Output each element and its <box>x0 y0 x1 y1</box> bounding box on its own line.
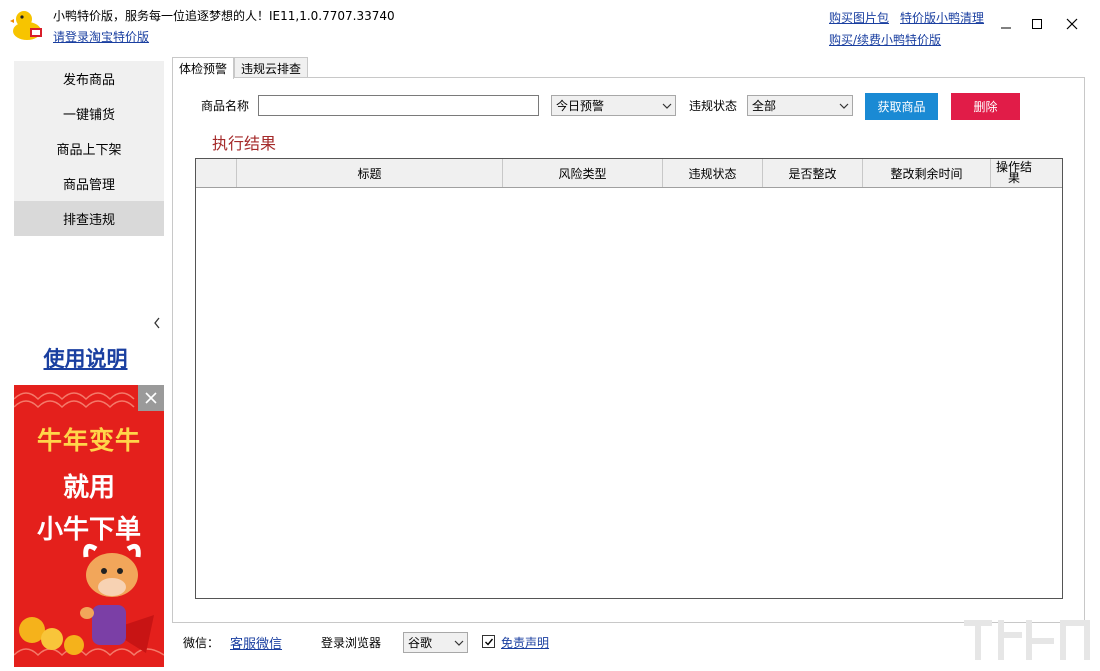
close-icon <box>1066 18 1078 30</box>
bull-mascot-icon <box>19 543 154 655</box>
sidebar: 发布商品 一键铺货 商品上下架 商品管理 排查违规 <box>14 61 164 236</box>
violation-status-select[interactable]: 全部 <box>747 95 853 116</box>
watermark-logo-icon <box>964 620 1090 660</box>
sidebar-item-shelf[interactable]: 商品上下架 <box>14 131 164 166</box>
wechat-label: 微信： <box>183 636 220 650</box>
violation-status-label: 违规状态 <box>689 99 738 113</box>
chevron-down-icon <box>662 103 672 109</box>
chevron-down-icon <box>454 640 464 646</box>
sidebar-item-one-click-listing[interactable]: 一键铺货 <box>14 96 164 131</box>
column-header-remaining-time[interactable]: 整改剩余时间 <box>863 159 991 187</box>
ad-banner[interactable]: 牛年变牛 就用 小牛下单 <box>14 385 164 667</box>
user-manual-link[interactable]: 使用说明 <box>14 343 157 373</box>
disclaimer-checkbox[interactable] <box>482 635 495 648</box>
warning-period-select[interactable]: 今日预警 <box>551 95 676 116</box>
column-header-violation-status[interactable]: 违规状态 <box>663 159 763 187</box>
result-title: 执行结果 <box>212 134 277 153</box>
disclaimer-link[interactable]: 免责声明 <box>501 634 549 651</box>
buy-image-pack-link[interactable]: 购买图片包 <box>829 9 889 26</box>
chevron-down-icon <box>839 103 849 109</box>
result-table[interactable]: 标题 风险类型 违规状态 是否整改 整改剩余时间 操作结果 <box>195 158 1063 599</box>
delete-button[interactable]: 删除 <box>951 93 1020 120</box>
maximize-button[interactable] <box>1022 12 1052 36</box>
sidebar-item-publish[interactable]: 发布商品 <box>14 61 164 96</box>
chevron-left-icon <box>154 317 160 329</box>
tab-cloud-violation-check[interactable]: 违规云排查 <box>234 57 309 78</box>
service-wechat-link[interactable]: 客服微信 <box>230 633 282 652</box>
close-button[interactable] <box>1057 12 1087 36</box>
browser-select-value: 谷歌 <box>408 636 433 650</box>
product-name-label: 商品名称 <box>201 99 250 113</box>
renew-link[interactable]: 购买/续费小鸭特价版 <box>829 31 941 48</box>
sidebar-item-violation-check[interactable]: 排查违规 <box>14 201 164 236</box>
duck-logo-icon <box>10 11 42 40</box>
checkmark-icon <box>484 638 493 646</box>
fetch-products-button[interactable]: 获取商品 <box>865 93 938 120</box>
tab-bar: 体检预警 违规云排查 <box>172 57 309 79</box>
app-title: 小鸭特价版，服务每一位追逐梦想的人！IE11,1.0.7707.33740 <box>53 9 395 23</box>
minimize-button[interactable] <box>991 12 1021 36</box>
ad-subline: 就用 <box>62 473 115 503</box>
login-browser-label: 登录浏览器 <box>321 636 382 650</box>
browser-select[interactable]: 谷歌 <box>403 632 468 653</box>
sidebar-item-product-manage[interactable]: 商品管理 <box>14 166 164 201</box>
column-header-title[interactable]: 标题 <box>237 159 503 187</box>
tab-health-warning[interactable]: 体检预警 <box>172 57 235 79</box>
product-name-input[interactable] <box>258 95 539 116</box>
close-icon <box>145 392 157 404</box>
maximize-icon <box>1032 19 1042 29</box>
login-link[interactable]: 请登录淘宝特价版 <box>53 28 149 45</box>
ad-headline: 牛年变牛 <box>36 426 141 455</box>
column-header-risk-type[interactable]: 风险类型 <box>503 159 663 187</box>
column-header-select[interactable] <box>196 159 237 187</box>
column-header-operation-result[interactable]: 操作结果 <box>991 159 1037 187</box>
column-header-rectified[interactable]: 是否整改 <box>763 159 863 187</box>
violation-status-value: 全部 <box>752 99 777 113</box>
warning-period-value: 今日预警 <box>556 99 605 113</box>
table-header: 标题 风险类型 违规状态 是否整改 整改剩余时间 操作结果 <box>196 159 1062 188</box>
ad-close-button[interactable] <box>138 385 164 411</box>
collapse-sidebar-button[interactable] <box>150 314 164 332</box>
minimize-icon <box>1001 27 1011 29</box>
cleanup-link[interactable]: 特价版小鸭清理 <box>900 9 984 26</box>
